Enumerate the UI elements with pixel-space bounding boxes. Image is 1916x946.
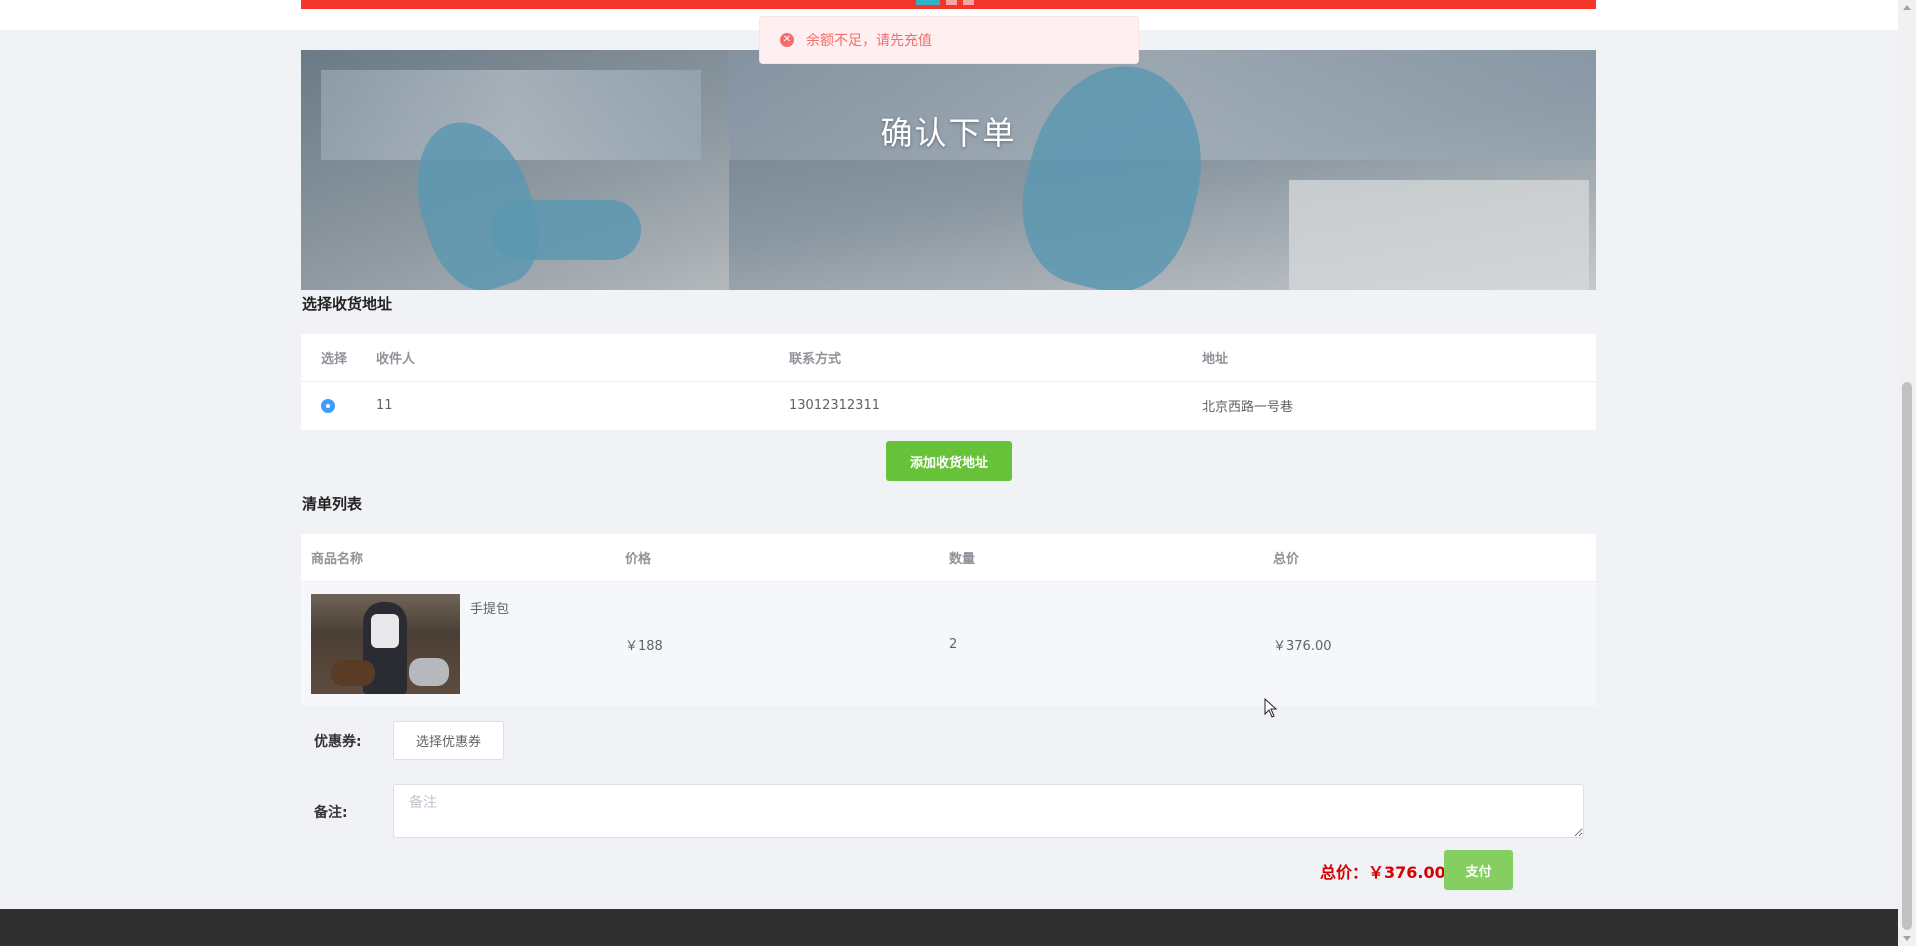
recipient-cell: 11 — [376, 398, 393, 413]
product-name: 手提包 — [470, 602, 510, 617]
page-banner: 确认下单 — [301, 50, 1596, 290]
banner-right-panel — [729, 50, 1596, 290]
coupon-label: 优惠券: — [314, 734, 362, 750]
product-cell: 手提包 — [301, 594, 625, 694]
header-product-name: 商品名称 — [311, 552, 364, 567]
header-price: 价格 — [625, 552, 652, 567]
header-select: 选择 — [321, 352, 348, 367]
order-table-header: 商品名称 价格 数量 总价 — [301, 534, 1596, 582]
address-select-cell — [301, 398, 376, 413]
scrollbar-thumb[interactable] — [1902, 382, 1912, 930]
header-total: 总价 — [1273, 552, 1300, 567]
table-row[interactable]: 11 13012312311 北京西路一号巷 — [301, 382, 1596, 429]
order-total: 总价：￥376.00 — [1320, 863, 1446, 882]
dental-chair-seat-image — [491, 200, 641, 260]
toast-message: 余额不足，请先充值 — [806, 33, 932, 49]
phone-cell: 13012312311 — [789, 398, 880, 413]
address-radio[interactable] — [321, 398, 335, 413]
price-cell: ￥188 — [625, 638, 663, 654]
error-toast: ✕ 余额不足，请先充值 — [759, 16, 1139, 64]
remark-label: 备注: — [314, 805, 348, 821]
table-row[interactable]: 手提包 ￥188 2 ￥376.00 — [301, 582, 1596, 706]
header-phone: 联系方式 — [789, 352, 842, 367]
select-coupon-button[interactable]: 选择优惠券 — [393, 721, 504, 760]
header-address: 地址 — [1202, 352, 1229, 367]
line-total-cell: ￥376.00 — [1273, 638, 1332, 654]
product-image[interactable] — [311, 594, 460, 694]
header-quantity: 数量 — [949, 552, 976, 567]
remark-textarea[interactable] — [393, 784, 1584, 838]
error-circle-icon: ✕ — [780, 33, 794, 47]
address-section-title: 选择收货地址 — [302, 295, 393, 313]
carousel-dot[interactable] — [963, 0, 974, 5]
order-list-table: 商品名称 价格 数量 总价 手提包 ￥188 2 ￥376.00 — [301, 534, 1596, 706]
quantity-cell: 2 — [949, 636, 958, 652]
pay-button[interactable]: 支付 — [1444, 850, 1513, 890]
carousel-indicators — [916, 0, 974, 5]
product-bag-brown — [331, 660, 375, 686]
banner-left-panel — [301, 50, 729, 290]
carousel-dot-active[interactable] — [916, 0, 940, 5]
list-section-title: 清单列表 — [302, 495, 363, 513]
scroll-up-arrow-icon[interactable] — [1903, 5, 1911, 10]
page-scrollbar[interactable] — [1898, 0, 1916, 946]
address-table-header: 选择 收件人 联系方式 地址 — [301, 334, 1596, 382]
carousel-dot[interactable] — [946, 0, 957, 5]
page-title: 确认下单 — [880, 114, 1017, 152]
product-model-shirt — [371, 614, 399, 648]
product-bag-grey — [409, 658, 449, 686]
scroll-down-arrow-icon[interactable] — [1903, 936, 1911, 941]
page-footer — [0, 909, 1898, 946]
cabinet-image — [1289, 180, 1589, 290]
add-address-button[interactable]: 添加收货地址 — [886, 441, 1012, 481]
mouse-cursor-icon — [1264, 698, 1278, 718]
address-table: 选择 收件人 联系方式 地址 11 13012312311 北京西路一号巷 — [301, 334, 1596, 430]
address-cell: 北京西路一号巷 — [1202, 400, 1294, 415]
header-recipient: 收件人 — [376, 352, 416, 367]
